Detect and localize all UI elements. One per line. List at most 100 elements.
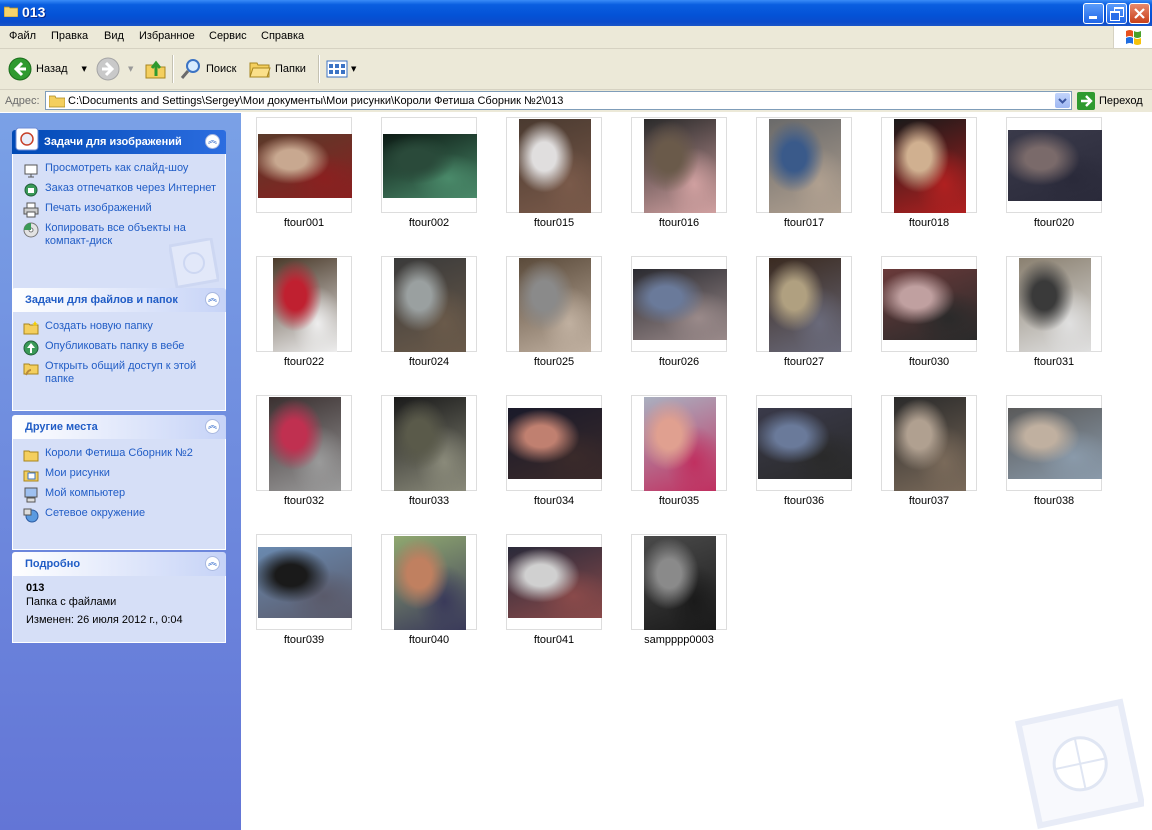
cd-icon [23, 222, 39, 238]
file-thumbnail[interactable]: ftour034 [506, 395, 602, 511]
globe-print-icon [24, 183, 38, 197]
file-thumbnail[interactable]: ftour036 [756, 395, 852, 511]
thumbnail-frame [256, 256, 352, 352]
thumbnail-frame [1006, 256, 1102, 352]
file-name-label: ftour016 [658, 217, 700, 229]
forward-button[interactable]: ▼ [96, 55, 133, 83]
close-button[interactable] [1129, 3, 1150, 24]
thumbnail-frame [881, 395, 977, 491]
menu-file[interactable]: Файл [9, 30, 36, 42]
details-panel: Подробно ︽ 013 Папка с файлами Изменен: … [12, 552, 226, 643]
file-thumbnail[interactable]: ftour015 [506, 117, 602, 233]
file-thumbnail[interactable]: sampppp0003 [631, 534, 727, 650]
file-thumbnail[interactable]: ftour024 [381, 256, 477, 372]
folders-icon [249, 62, 271, 78]
file-thumbnail[interactable]: ftour038 [1006, 395, 1102, 511]
file-name-label: ftour001 [283, 217, 325, 229]
thumbnail-frame [631, 256, 727, 352]
address-input[interactable]: C:\Documents and Settings\Sergey\Мои док… [45, 91, 1072, 110]
file-thumbnail[interactable]: ftour002 [381, 117, 477, 233]
file-thumbnail[interactable]: ftour031 [1006, 256, 1102, 372]
file-name-label: ftour039 [283, 634, 325, 646]
file-thumbnail[interactable]: ftour041 [506, 534, 602, 650]
place-parent-folder[interactable]: Короли Фетиша Сборник №2 [23, 447, 219, 463]
file-thumbnail[interactable]: ftour018 [881, 117, 977, 233]
collapse-chevron-icon[interactable]: ︽ [205, 134, 220, 149]
thumbnail-frame [381, 395, 477, 491]
search-button[interactable]: Поиск [180, 55, 236, 83]
file-thumbnail[interactable]: ftour025 [506, 256, 602, 372]
menu-tools[interactable]: Сервис [209, 30, 247, 42]
menu-favorites[interactable]: Избранное [139, 30, 195, 42]
publish-web-icon [23, 340, 39, 356]
photo-thumbnail-image [769, 119, 841, 213]
up-folder-button[interactable] [145, 55, 167, 83]
slideshow-link[interactable]: Просмотреть как слайд-шоу [23, 162, 219, 178]
photo-thumbnail-image [383, 134, 477, 198]
collapse-chevron-icon[interactable]: ︽ [205, 419, 220, 434]
thumbnail-frame [506, 534, 602, 630]
restore-button[interactable] [1106, 3, 1127, 24]
go-button[interactable]: Переход [1077, 92, 1143, 110]
share-folder-link[interactable]: Открыть общий доступ к этой папке [23, 360, 219, 386]
file-thumbnail[interactable]: ftour039 [256, 534, 352, 650]
back-arrow-icon [8, 57, 32, 81]
publish-folder-link[interactable]: Опубликовать папку в вебе [23, 340, 219, 356]
views-button[interactable]: ▼ [326, 55, 356, 83]
other-places-header[interactable]: Другие места ︽ [12, 415, 226, 439]
forward-dropdown-icon[interactable]: ▼ [128, 65, 133, 73]
image-tasks-header[interactable]: Задачи для изображений ︽ [12, 127, 226, 154]
place-my-pictures[interactable]: Мои рисунки [23, 467, 219, 483]
file-thumbnail[interactable]: ftour017 [756, 117, 852, 233]
file-thumbnail[interactable]: ftour020 [1006, 117, 1102, 233]
folders-label: Папки [275, 63, 306, 75]
file-tasks-header[interactable]: Задачи для файлов и папок ︽ [12, 288, 226, 312]
thumbnail-frame [381, 534, 477, 630]
file-name-label: sampppp0003 [644, 634, 714, 646]
thumbnail-frame [881, 117, 977, 213]
network-icon [23, 508, 39, 523]
menu-edit[interactable]: Правка [51, 30, 88, 42]
file-thumbnail[interactable]: ftour027 [756, 256, 852, 372]
file-thumbnail[interactable]: ftour035 [631, 395, 727, 511]
menu-view[interactable]: Вид [104, 30, 124, 42]
place-my-computer[interactable]: Мой компьютер [23, 487, 219, 503]
file-thumbnail[interactable]: ftour001 [256, 117, 352, 233]
file-name-label: ftour037 [908, 495, 950, 507]
order-prints-link[interactable]: Заказ отпечатков через Интернет [23, 182, 219, 198]
back-label: Назад [36, 63, 68, 75]
views-dropdown-icon[interactable]: ▼ [351, 65, 356, 73]
file-thumbnail[interactable]: ftour022 [256, 256, 352, 372]
file-thumbnail[interactable]: ftour016 [631, 117, 727, 233]
back-dropdown-icon[interactable]: ▼ [82, 65, 87, 73]
title-bar[interactable]: 013 [0, 0, 1152, 26]
back-button[interactable]: Назад ▼ [8, 55, 87, 83]
photo-thumbnail-image [633, 269, 727, 340]
new-folder-link[interactable]: Создать новую папку [23, 320, 219, 336]
file-thumbnail[interactable]: ftour033 [381, 395, 477, 511]
place-network[interactable]: Сетевое окружение [23, 507, 219, 523]
file-thumbnail[interactable]: ftour032 [256, 395, 352, 511]
photo-thumbnail-image [273, 258, 337, 352]
print-pictures-link[interactable]: Печать изображений [23, 202, 219, 218]
collapse-chevron-icon[interactable]: ︽ [205, 292, 220, 307]
file-thumbnail[interactable]: ftour037 [881, 395, 977, 511]
printer-icon [23, 202, 39, 218]
collapse-chevron-icon[interactable]: ︽ [205, 556, 220, 571]
photo-thumbnail-image [644, 119, 716, 213]
details-header[interactable]: Подробно ︽ [12, 552, 226, 576]
file-thumbnail[interactable]: ftour040 [381, 534, 477, 650]
shared-folder-icon [23, 363, 39, 376]
file-tasks-panel: Задачи для файлов и папок ︽ Создать нову… [12, 288, 226, 411]
other-places-title: Другие места [25, 421, 98, 433]
file-thumbnail[interactable]: ftour030 [881, 256, 977, 372]
menu-help[interactable]: Справка [261, 30, 304, 42]
file-thumbnail[interactable]: ftour026 [631, 256, 727, 372]
new-folder-icon [23, 321, 39, 335]
address-dropdown-button[interactable] [1055, 93, 1070, 108]
go-arrow-icon [1077, 92, 1095, 110]
photo-thumbnail-image [758, 408, 852, 479]
folders-button[interactable]: Папки [249, 55, 306, 83]
pictures-watermark-icon [1014, 698, 1144, 830]
minimize-button[interactable] [1083, 3, 1104, 24]
